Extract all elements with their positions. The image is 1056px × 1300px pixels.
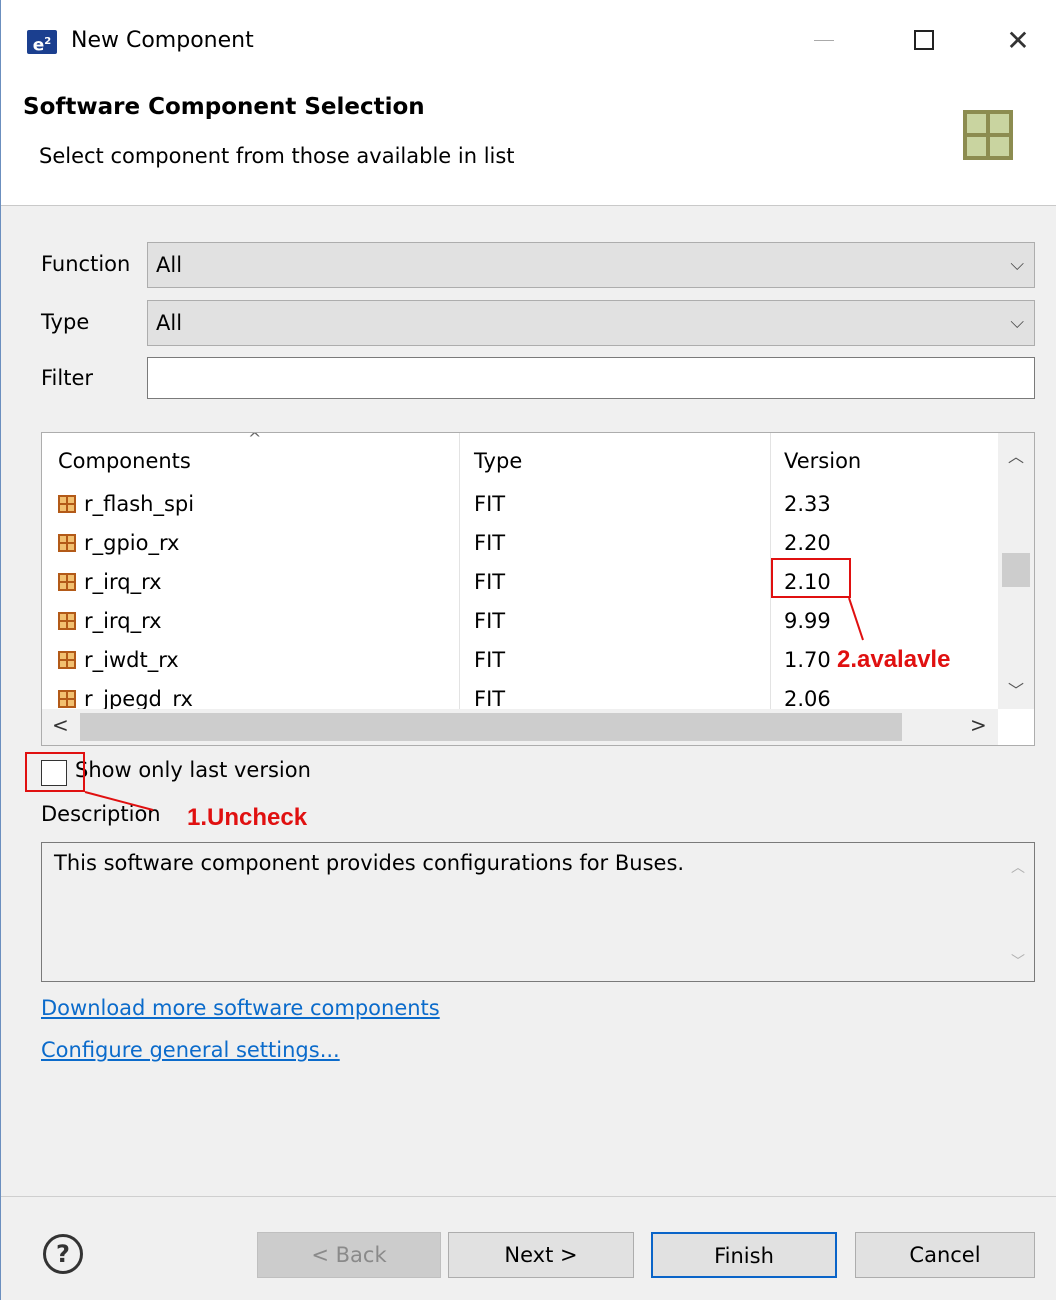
function-label: Function <box>41 252 131 276</box>
annotation-step2: 2.avalavle <box>837 646 951 673</box>
scroll-thumb[interactable] <box>80 713 902 741</box>
page-subtitle: Select component from those available in… <box>39 144 515 168</box>
minimize-button[interactable] <box>801 20 847 60</box>
description-box: This software component provides configu… <box>41 842 1035 982</box>
component-icon <box>58 651 76 669</box>
next-button[interactable]: Next > <box>448 1232 634 1278</box>
scroll-right-icon[interactable]: > <box>970 713 987 737</box>
type-select[interactable]: All ⌵ <box>147 300 1035 346</box>
component-icon <box>58 495 76 513</box>
component-name: r_flash_spi <box>84 492 195 516</box>
component-name: r_jpegd_rx <box>84 687 193 709</box>
maximize-icon <box>914 30 934 50</box>
component-type: FIT <box>474 570 506 594</box>
cancel-button[interactable]: Cancel <box>855 1232 1035 1278</box>
new-component-dialog: e2 New Component ✕ Software Component Se… <box>0 0 1056 1300</box>
component-icon <box>58 534 76 552</box>
description-label: Description <box>41 802 161 826</box>
component-icon <box>58 690 76 708</box>
configure-settings-link[interactable]: Configure general settings... <box>41 1038 340 1062</box>
annotation-highlight-checkbox <box>25 752 85 792</box>
chevron-down-icon: ⌵ <box>1010 254 1024 275</box>
scroll-thumb[interactable] <box>1002 553 1030 587</box>
e2-studio-logo-icon: e2 <box>27 30 57 56</box>
scroll-left-icon[interactable]: < <box>52 713 69 737</box>
button-bar-divider <box>1 1196 1056 1197</box>
filter-input[interactable] <box>147 357 1035 399</box>
table-header: Components ^ Type Version <box>42 433 998 485</box>
download-components-link[interactable]: Download more software components <box>41 996 440 1020</box>
page-title: Software Component Selection <box>23 94 425 120</box>
scroll-down-icon[interactable]: ﹀ <box>998 677 1034 701</box>
table-row[interactable]: r_gpio_rx FIT 2.20 <box>42 524 998 563</box>
sort-ascending-icon: ^ <box>248 432 262 448</box>
annotation-highlight-version <box>771 558 851 598</box>
component-version: 2.06 <box>784 687 831 709</box>
component-name: r_irq_rx <box>84 570 162 594</box>
help-icon[interactable]: ? <box>43 1234 83 1274</box>
type-label: Type <box>41 310 90 334</box>
column-header-version[interactable]: Version <box>768 433 998 485</box>
vertical-scrollbar[interactable]: ︿ ﹀ <box>998 433 1034 709</box>
close-button[interactable]: ✕ <box>995 20 1041 60</box>
description-scrollbar: ︿ ﹀ <box>1002 843 1034 981</box>
component-type: FIT <box>474 492 506 516</box>
show-only-last-version-label[interactable]: Show only last version <box>75 758 311 782</box>
component-type: FIT <box>474 609 506 633</box>
maximize-button[interactable] <box>901 20 947 60</box>
component-type: FIT <box>474 648 506 672</box>
back-button[interactable]: < Back <box>257 1232 441 1278</box>
finish-button[interactable]: Finish <box>651 1232 837 1278</box>
table-row[interactable]: r_irq_rx FIT 9.99 <box>42 602 998 641</box>
component-version: 2.33 <box>784 492 831 516</box>
table-row[interactable]: r_irq_rx FIT 2.10 <box>42 563 998 602</box>
title-bar: e2 New Component ✕ <box>1 0 1056 80</box>
scroll-down-icon: ﹀ <box>1011 954 1025 970</box>
column-header-type[interactable]: Type <box>458 433 770 485</box>
component-banner-icon <box>963 110 1013 160</box>
component-name: r_iwdt_rx <box>84 648 179 672</box>
filter-label: Filter <box>41 366 94 390</box>
component-name: r_gpio_rx <box>84 531 180 555</box>
component-version: 9.99 <box>784 609 831 633</box>
function-select[interactable]: All ⌵ <box>147 242 1035 288</box>
annotation-step1: 1.Uncheck <box>187 804 308 831</box>
window-title: New Component <box>71 28 254 53</box>
component-type: FIT <box>474 531 506 555</box>
table-row[interactable]: r_jpegd_rx FIT 2.06 <box>42 680 998 709</box>
scroll-up-icon: ︿ <box>1011 860 1025 876</box>
function-select-value: All <box>156 253 183 277</box>
component-version: 1.70 <box>784 648 831 672</box>
scroll-up-icon[interactable]: ︿ <box>998 443 1034 467</box>
chevron-down-icon: ⌵ <box>1010 312 1024 333</box>
component-name: r_irq_rx <box>84 609 162 633</box>
description-text: This software component provides configu… <box>54 851 685 875</box>
wizard-header: Software Component Selection Select comp… <box>1 80 1056 206</box>
table-row[interactable]: r_flash_spi FIT 2.33 <box>42 485 998 524</box>
type-select-value: All <box>156 311 183 335</box>
component-icon <box>58 573 76 591</box>
component-type: FIT <box>474 687 506 709</box>
horizontal-scrollbar[interactable]: < > <box>42 709 998 745</box>
close-icon: ✕ <box>1006 23 1030 57</box>
components-table: Components ^ Type Version r_flash_spi FI… <box>41 432 1035 746</box>
component-icon <box>58 612 76 630</box>
minimize-icon <box>814 39 834 41</box>
